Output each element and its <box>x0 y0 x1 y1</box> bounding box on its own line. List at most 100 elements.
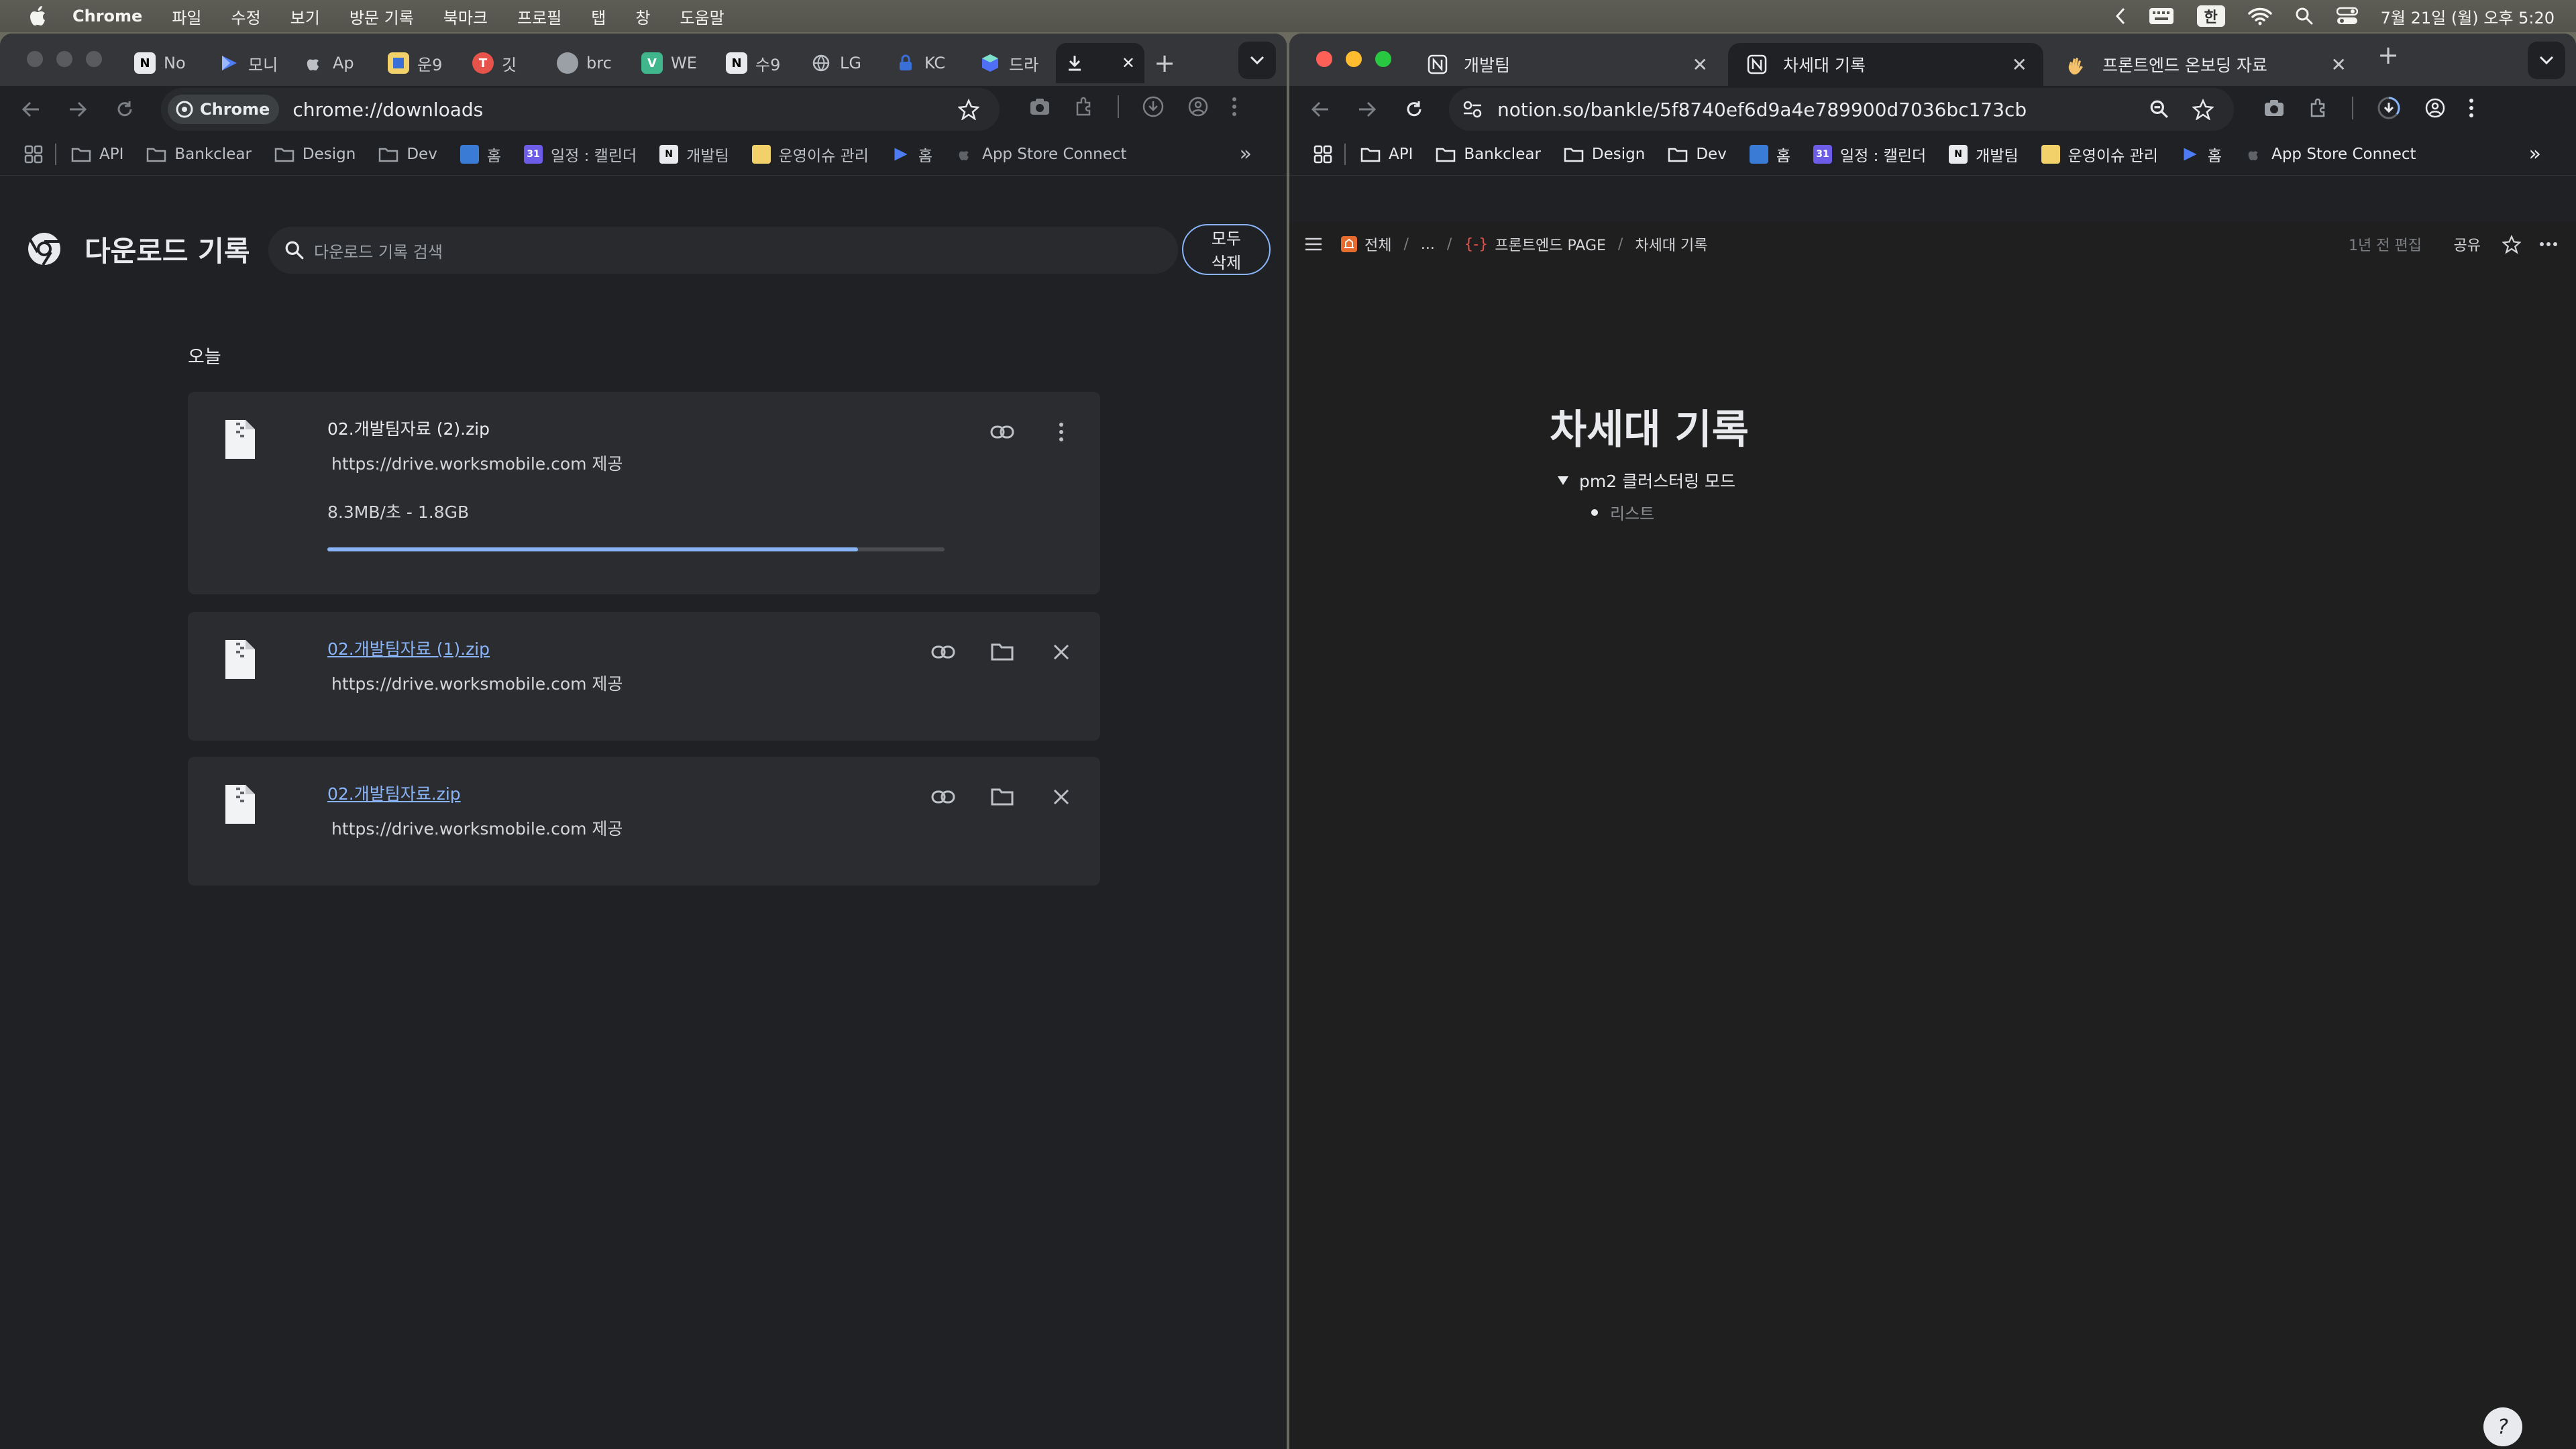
menu-bookmarks[interactable]: 북마크 <box>443 5 488 28</box>
extensions-puzzle-icon[interactable] <box>1073 96 1095 117</box>
breadcrumb-frontend-page[interactable]: 프론트엔드 PAGE <box>1495 233 1606 255</box>
tab-search-button[interactable] <box>2528 42 2565 79</box>
keyboard-icon[interactable] <box>2149 7 2174 25</box>
bookmark-folder-dev[interactable]: Dev <box>378 146 437 163</box>
reload-icon[interactable] <box>1401 96 1428 123</box>
address-url[interactable]: notion.so/bankle/5f8740ef6d9a4e789900d70… <box>1497 99 2027 121</box>
apple-menu-icon[interactable] <box>25 3 52 30</box>
bullet-list-item[interactable]: 리스트 <box>1591 500 1654 524</box>
minimize-window-button[interactable] <box>56 51 72 67</box>
show-in-folder-icon[interactable] <box>986 781 1018 813</box>
forward-arrow-icon[interactable] <box>1354 96 1381 123</box>
toggle-block[interactable]: pm2 클러스터링 모드 <box>1556 468 1735 492</box>
downloads-active-icon[interactable] <box>2376 95 2402 121</box>
downloads-search-input[interactable]: 다운로드 기록 검색 <box>268 227 1178 274</box>
more-horizontal-icon[interactable] <box>2540 241 2557 247</box>
back-arrow-icon[interactable] <box>17 96 44 123</box>
bookmark-star-icon[interactable] <box>2192 99 2214 120</box>
bookmark-app-store-connect[interactable]: App Store Connect <box>955 145 1127 164</box>
bookmark-folder-bankclear[interactable]: Bankclear <box>1436 146 1541 163</box>
copy-link-icon[interactable] <box>927 781 959 813</box>
tab-drive[interactable]: 드라 <box>971 43 1056 83</box>
download-filename-link[interactable]: 02.개발팀자료.zip <box>327 781 461 805</box>
breadcrumb-current[interactable]: 차세대 기록 <box>1635 233 1707 255</box>
close-window-button[interactable] <box>27 51 43 67</box>
new-tab-button[interactable]: + <box>1144 48 1185 78</box>
bookmark-home-2[interactable]: 홈 <box>892 143 932 166</box>
extensions-puzzle-icon[interactable] <box>2308 97 2329 119</box>
breadcrumb-ellipsis[interactable]: ... <box>1421 236 1435 253</box>
tab-apple[interactable]: Ap <box>295 43 380 83</box>
forward-arrow-icon[interactable] <box>64 96 91 123</box>
tab-search-button[interactable] <box>1238 42 1276 79</box>
bookmark-home-1[interactable]: 홈 <box>460 143 501 166</box>
spotlight-search-icon[interactable] <box>2295 7 2314 25</box>
menu-help[interactable]: 도움말 <box>680 5 724 28</box>
profile-avatar-icon[interactable] <box>2424 97 2446 119</box>
close-tab-icon[interactable]: ✕ <box>2012 54 2027 76</box>
bookmark-folder-design[interactable]: Design <box>274 146 356 163</box>
tab-next-gen-records[interactable]: 차세대 기록 ✕ <box>1728 43 2043 86</box>
remove-item-icon[interactable] <box>1045 781 1077 813</box>
address-url[interactable]: chrome://downloads <box>292 99 483 121</box>
bookmark-folder-bankclear[interactable]: Bankclear <box>146 146 252 163</box>
menubar-clock[interactable]: 7월 21일 (월) 오후 5:20 <box>2381 5 2555 28</box>
site-info-icon[interactable] <box>1462 100 1483 119</box>
tab-git[interactable]: T 깃 <box>464 43 549 83</box>
toggle-triangle-icon[interactable] <box>1556 474 1570 486</box>
bookmark-app-store-connect[interactable]: App Store Connect <box>2245 145 2416 164</box>
tab-we[interactable]: V WE <box>633 43 718 83</box>
bookmark-folder-api[interactable]: API <box>1360 146 1413 163</box>
menu-edit[interactable]: 수정 <box>231 5 260 28</box>
close-tab-icon[interactable]: ✕ <box>1693 54 1708 76</box>
chevron-left-icon[interactable] <box>2115 7 2126 25</box>
tab-lg[interactable]: LG <box>802 43 887 83</box>
download-filename-link[interactable]: 02.개발팀자료 (1).zip <box>327 636 490 660</box>
downloads-icon[interactable] <box>1142 95 1165 118</box>
bookmarks-overflow-icon[interactable]: » <box>2529 142 2541 166</box>
share-button[interactable]: 공유 <box>2454 233 2481 255</box>
sidebar-menu-icon[interactable] <box>1304 237 1323 252</box>
help-button[interactable]: ? <box>2483 1407 2522 1446</box>
bookmark-dev-team[interactable]: N 개발팀 <box>1949 143 2019 166</box>
profile-avatar-icon[interactable] <box>1187 96 1209 117</box>
tab-kc[interactable]: KC <box>887 43 971 83</box>
menu-view[interactable]: 보기 <box>290 5 320 28</box>
page-title[interactable]: 차세대 기록 <box>1550 397 1749 455</box>
more-options-icon[interactable] <box>1045 416 1077 448</box>
copy-link-icon[interactable] <box>927 636 959 668</box>
menu-tab[interactable]: 탭 <box>591 5 606 28</box>
tab-frontend-onboarding[interactable]: 프론트엔드 온보딩 자료 ✕ <box>2047 43 2363 86</box>
bookmark-folder-design[interactable]: Design <box>1564 146 1645 163</box>
back-arrow-icon[interactable] <box>1307 96 1334 123</box>
apps-grid-icon[interactable] <box>24 145 43 164</box>
tab-notion[interactable]: N No <box>126 43 211 83</box>
address-bar[interactable]: notion.so/bankle/5f8740ef6d9a4e789900d70… <box>1449 88 2234 131</box>
kebab-menu-icon[interactable] <box>2469 98 2474 118</box>
new-tab-button[interactable]: + <box>2368 40 2408 70</box>
clear-all-button[interactable]: 모두 삭제 <box>1182 224 1271 275</box>
bookmark-folder-dev[interactable]: Dev <box>1668 146 1727 163</box>
show-in-folder-icon[interactable] <box>986 636 1018 668</box>
zoom-window-button[interactable] <box>86 51 102 67</box>
bookmarks-overflow-icon[interactable]: » <box>1240 142 1252 166</box>
menu-file[interactable]: 파일 <box>172 5 201 28</box>
bookmark-calendar[interactable]: 31 일정 : 캘린더 <box>523 143 637 166</box>
close-tab-icon[interactable]: ✕ <box>1122 54 1135 72</box>
bookmark-ops-issues[interactable]: 운영이슈 관리 <box>751 143 869 166</box>
menu-app-name[interactable]: Chrome <box>72 7 142 25</box>
tab-notion-2[interactable]: N 수9 <box>718 43 802 83</box>
tab-brc[interactable]: brc <box>549 43 633 83</box>
control-center-icon[interactable] <box>2336 7 2358 25</box>
tab-monitor[interactable]: 모니 <box>211 43 295 83</box>
breadcrumb-workspace[interactable]: 전체 <box>1364 233 1391 255</box>
menu-profiles[interactable]: 프로필 <box>517 5 561 28</box>
bookmark-star-icon[interactable] <box>958 99 979 120</box>
tab-dev-team[interactable]: 개발팀 ✕ <box>1409 43 1724 86</box>
bookmark-calendar[interactable]: 31 일정 : 캘린더 <box>1813 143 1926 166</box>
favorite-star-icon[interactable] <box>2502 235 2521 254</box>
zoom-window-button[interactable] <box>1375 51 1391 67</box>
download-filename[interactable]: 02.개발팀자료 (2).zip <box>327 416 490 440</box>
tab-downloads[interactable]: ✕ <box>1056 43 1144 83</box>
camera-icon[interactable] <box>2263 99 2285 117</box>
